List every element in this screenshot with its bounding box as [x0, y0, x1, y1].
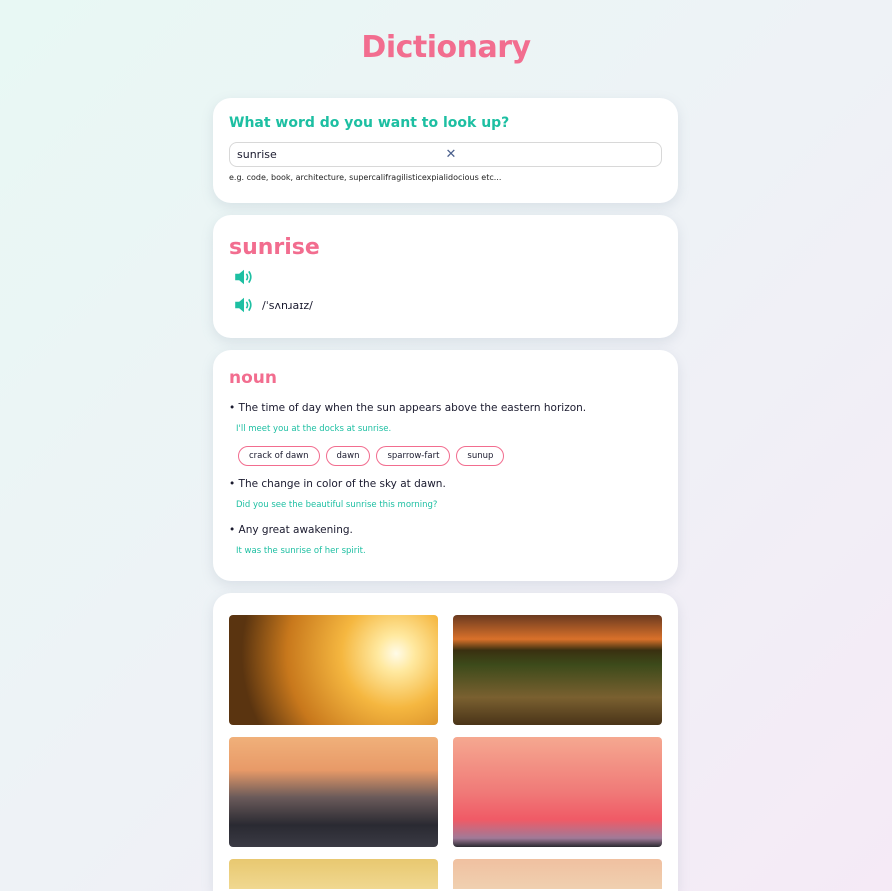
example: Did you see the beautiful sunrise this m… — [236, 500, 438, 510]
synonym-chip[interactable]: dawn — [325, 446, 371, 466]
phonetic-row — [229, 266, 662, 288]
word-title: sunrise — [229, 235, 320, 260]
definition-text: The time of day when the sun appears abo… — [238, 402, 587, 414]
speaker-icon[interactable] — [234, 297, 254, 313]
gallery-image[interactable] — [229, 859, 438, 889]
search-input[interactable]: sunrise ✕ — [229, 142, 662, 167]
gallery-image[interactable] — [453, 737, 662, 847]
definition-text: Any great awakening. — [238, 524, 353, 536]
example: It was the sunrise of her spirit. — [236, 546, 366, 556]
search-hint: e.g. code, book, architecture, supercali… — [229, 173, 502, 182]
page-title: Dictionary — [361, 30, 531, 65]
clear-icon[interactable]: ✕ — [446, 147, 655, 162]
synonym-list: crack of dawn dawn sparrow-fart sunup — [238, 446, 662, 466]
meaning-card: noun • The time of day when the sun appe… — [213, 350, 678, 581]
synonym-chip[interactable]: sunup — [456, 446, 505, 466]
example: I'll meet you at the docks at sunrise. — [236, 424, 392, 434]
definition: • The change in color of the sky at dawn… — [229, 478, 446, 490]
gallery-image[interactable] — [229, 615, 438, 725]
gallery-image[interactable] — [453, 615, 662, 725]
part-of-speech: noun — [229, 368, 277, 388]
phonetic-text: /ˈsʌnɹaɪz/ — [262, 298, 313, 312]
search-card: What word do you want to look up? sunris… — [213, 98, 678, 203]
image-gallery — [213, 593, 678, 891]
search-input-value[interactable]: sunrise — [237, 148, 446, 161]
synonym-chip[interactable]: crack of dawn — [238, 446, 320, 466]
gallery-image[interactable] — [453, 859, 662, 889]
definition: • The time of day when the sun appears a… — [229, 402, 587, 414]
word-card: sunrise /ˈsʌnɹaɪz/ — [213, 215, 678, 338]
gallery-image[interactable] — [229, 737, 438, 847]
search-prompt: What word do you want to look up? — [229, 115, 510, 131]
definition-text: The change in color of the sky at dawn. — [238, 478, 446, 490]
phonetic-row: /ˈsʌnɹaɪz/ — [229, 294, 662, 316]
definition: • Any great awakening. — [229, 524, 353, 536]
synonym-chip[interactable]: sparrow-fart — [376, 446, 451, 466]
speaker-icon[interactable] — [234, 269, 254, 285]
